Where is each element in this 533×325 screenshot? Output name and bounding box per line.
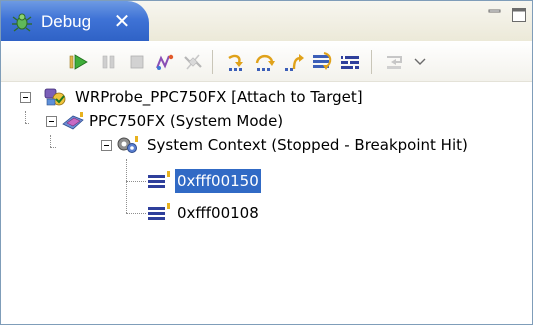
- drop-to-frame-icon[interactable]: [310, 51, 334, 73]
- step-into-icon[interactable]: [225, 51, 249, 73]
- toolbar-separator: [371, 50, 372, 74]
- minimize-icon[interactable]: [487, 7, 503, 23]
- collapse-toggle[interactable]: [101, 140, 112, 151]
- step-over-icon[interactable]: [253, 51, 277, 73]
- tree-node-target[interactable]: WRProbe_PPC750FX [Attach to Target]: [1, 85, 532, 109]
- toolbar-separator: [212, 50, 213, 74]
- step-return-icon[interactable]: [282, 51, 306, 73]
- system-context-gear-icon: [117, 136, 138, 153]
- processor-core-icon: [62, 112, 84, 130]
- suspend-icon[interactable]: [97, 51, 121, 73]
- chevron-down-icon[interactable]: [413, 51, 427, 73]
- collapse-toggle[interactable]: [46, 116, 57, 127]
- tree-node-frame[interactable]: 0xfff00108: [1, 201, 532, 225]
- debug-bug-icon: [12, 13, 32, 32]
- tree-node-context[interactable]: System Context (Stopped - Breakpoint Hit…: [1, 133, 532, 157]
- stack-frame-icon: [148, 203, 170, 220]
- tab-debug[interactable]: Debug ✕: [1, 1, 149, 41]
- tree-node-frame-label: 0xfff00108: [177, 204, 259, 222]
- tree-node-target-label: WRProbe_PPC750FX [Attach to Target]: [75, 88, 363, 106]
- tab-debug-label: Debug: [41, 12, 92, 31]
- debug-toolbar: [1, 41, 532, 82]
- tree-node-context-label: System Context (Stopped - Breakpoint Hit…: [147, 136, 468, 154]
- tree-node-core-label: PPC750FX (System Mode): [89, 112, 284, 130]
- debug-tree: WRProbe_PPC750FX [Attach to Target] PPC7…: [1, 85, 532, 324]
- disconnect-icon[interactable]: [181, 51, 205, 73]
- target-connection-icon: [44, 88, 66, 106]
- tree-node-frame[interactable]: 0xfff00150: [1, 169, 532, 193]
- connect-icon[interactable]: [153, 51, 177, 73]
- tree-node-frame-label: 0xfff00150: [175, 169, 261, 193]
- stack-frame-icon: [148, 171, 170, 188]
- maximize-icon[interactable]: [511, 7, 527, 23]
- collapse-toggle[interactable]: [20, 92, 31, 103]
- debug-view: Debug ✕ WRProbe_PPC750FX [Attach to Targ…: [0, 0, 533, 325]
- terminate-icon[interactable]: [125, 51, 149, 73]
- view-tab-strip: Debug ✕: [1, 1, 532, 41]
- close-icon[interactable]: ✕: [111, 10, 133, 32]
- resume-icon[interactable]: [67, 51, 91, 73]
- step-filters-icon[interactable]: [383, 51, 407, 73]
- tree-node-core[interactable]: PPC750FX (System Mode): [1, 109, 532, 133]
- instruction-stepping-icon[interactable]: [338, 51, 362, 73]
